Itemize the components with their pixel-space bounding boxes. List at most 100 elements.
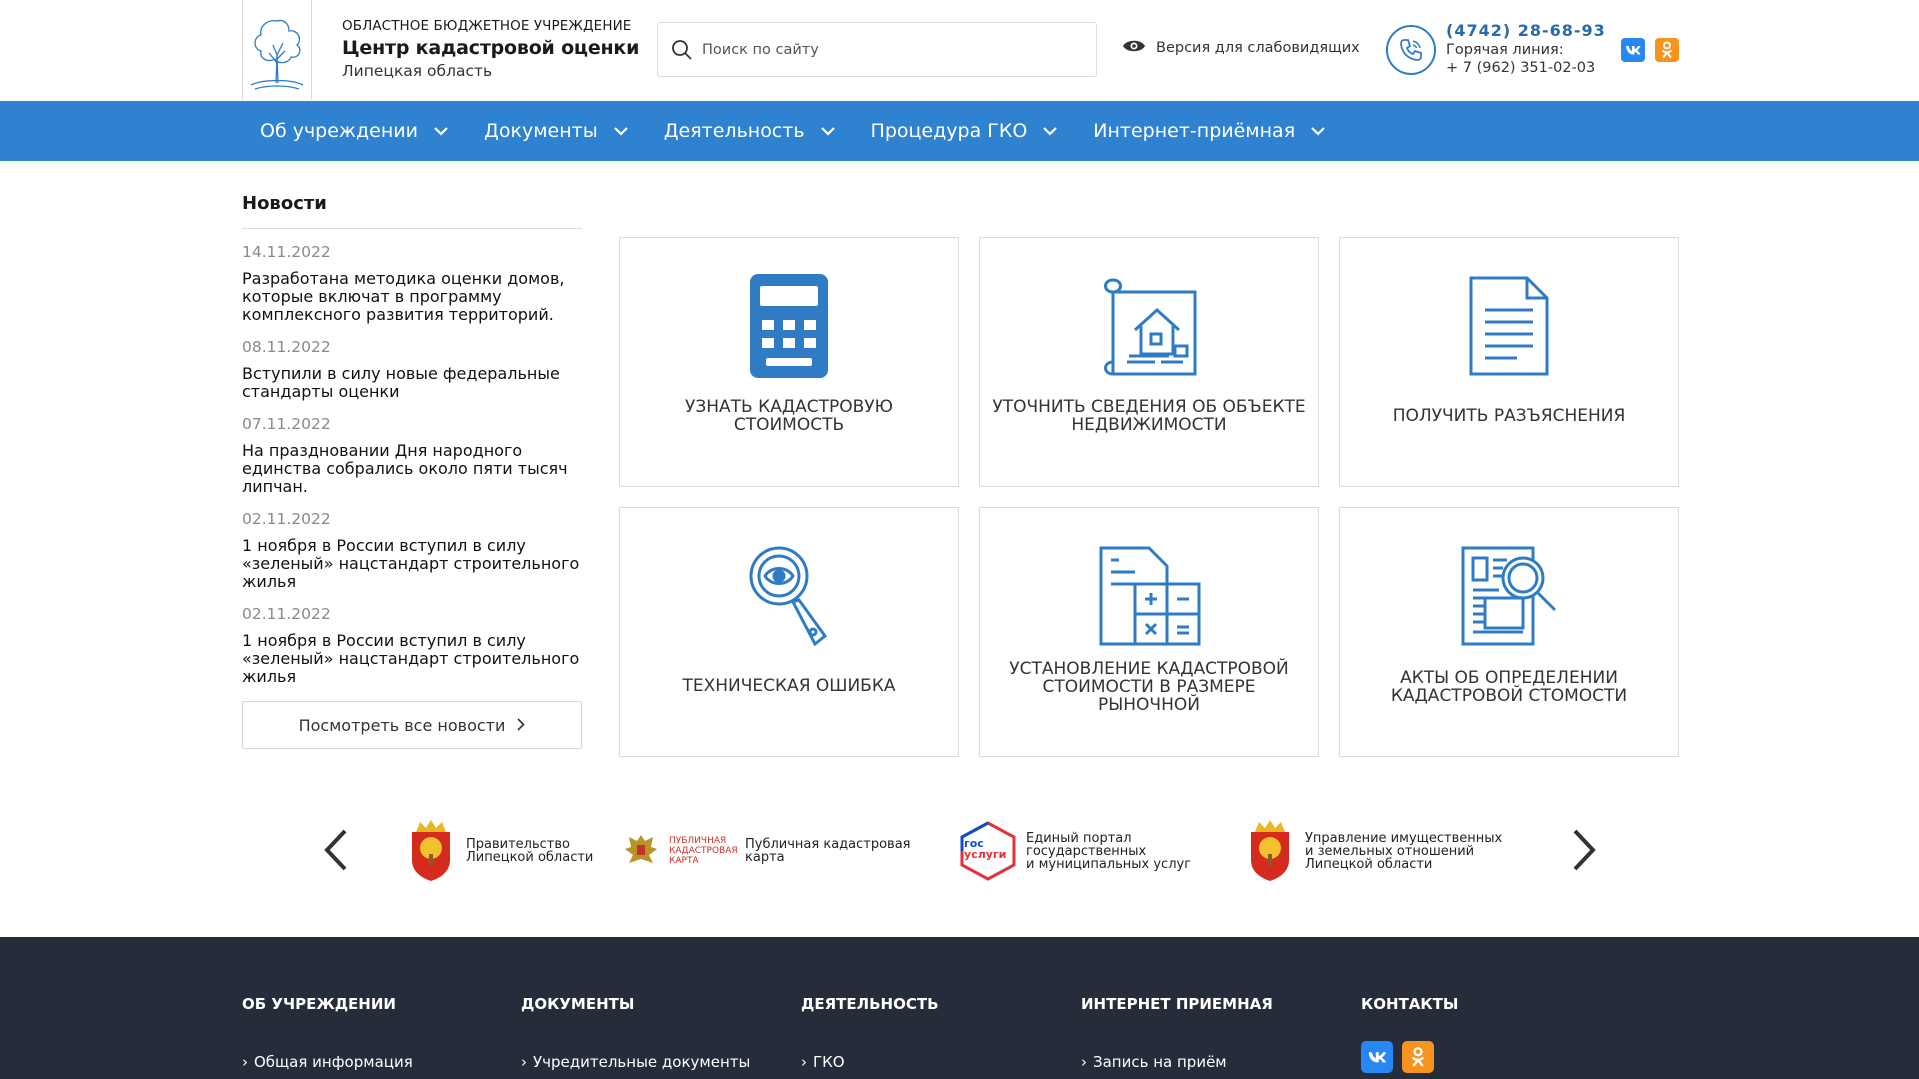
russia-eagle-icon xyxy=(625,835,657,863)
footer-heading: Контакты xyxy=(1361,995,1459,1013)
nav-item-documents[interactable]: Документы xyxy=(466,101,646,161)
news-item[interactable]: 14.11.2022 Разработана методика оценки д… xyxy=(242,243,582,324)
footer-heading: Интернет приемная xyxy=(1081,995,1273,1013)
partner-gosuslugi[interactable]: гос услуги Единый портал государственных и … xyxy=(960,818,1191,884)
carousel-next-button[interactable] xyxy=(1570,828,1600,872)
site-footer: Об учреждении › Общая информация Документ… xyxy=(0,937,1919,1079)
tile-cadastral-value[interactable]: Узнать кадастровую стоимость xyxy=(619,237,959,487)
partner-cadastral-map[interactable]: ПУБЛИЧНАЯ КАДАСТРОВАЯ КАРТА Публичная када… xyxy=(623,818,911,884)
news-title[interactable]: На праздновании Дня народного единства с… xyxy=(242,442,582,496)
news-date: 14.11.2022 xyxy=(242,243,331,261)
nav-item-activity[interactable]: Деятельность xyxy=(646,101,853,161)
news-date: 08.11.2022 xyxy=(242,338,331,356)
footer-link[interactable]: › Запись на приём xyxy=(1081,1053,1273,1071)
gosuslugi-logo-icon: гос услуги xyxy=(960,821,1016,881)
org-region: Липецкая область xyxy=(342,62,493,80)
tile-property-info[interactable]: Уточнить сведения об объекте недвижимост… xyxy=(979,237,1319,487)
search-input[interactable] xyxy=(702,41,1082,58)
tile-market-value[interactable]: Установление кадастровой стоимости в раз… xyxy=(979,507,1319,757)
news-title[interactable]: Вступили в силу новые федеральные станда… xyxy=(242,365,582,401)
main-phone[interactable]: (4742) 28-68-93 xyxy=(1446,21,1606,40)
footer-vk-icon[interactable] xyxy=(1361,1041,1393,1073)
odnoklassniki-icon[interactable] xyxy=(1655,38,1679,62)
newspaper-search-icon xyxy=(1340,544,1678,648)
org-type: ОБЛАСТНОЕ БЮДЖЕТНОЕ УЧРЕЖДЕНИЕ xyxy=(342,18,632,34)
service-tiles: Узнать кадастровую стоимость Уточнить св… xyxy=(619,237,1679,757)
partner-name: Правительство Липецкой области xyxy=(466,837,594,865)
chevron-down-icon xyxy=(820,126,835,136)
partner-name: Публичная кадастровая карта xyxy=(745,837,911,865)
accessibility-version-link[interactable]: Версия для слабовидящих xyxy=(1122,38,1360,58)
tile-label: Техническая ошибка xyxy=(682,676,896,696)
tile-label: Уточнить сведения об объекте недвижимост… xyxy=(992,397,1306,435)
vk-icon[interactable] xyxy=(1621,38,1645,62)
phone-icon xyxy=(1386,25,1436,75)
chevron-left-icon xyxy=(324,829,347,871)
chevron-right-icon: › xyxy=(242,1053,248,1071)
nav-item-label: Документы xyxy=(484,120,598,142)
footer-link[interactable]: › Учредительные документы xyxy=(521,1053,750,1071)
calculator-icon xyxy=(620,274,958,378)
footer-column-documents: Документы › Учредительные документы xyxy=(521,995,750,1071)
footer-link[interactable]: › ГКО xyxy=(801,1053,939,1071)
news-title[interactable]: 1 ноября в России вступил в силу «зелены… xyxy=(242,537,582,591)
site-logo[interactable] xyxy=(242,0,312,100)
news-item[interactable]: 02.11.2022 1 ноября в России вступил в с… xyxy=(242,605,582,686)
main-navigation: Об учреждении Документы Деятельность Про… xyxy=(0,101,1919,161)
chevron-right-icon: › xyxy=(1081,1053,1087,1071)
nav-item-label: Процедура ГКО xyxy=(870,120,1028,142)
site-header: ОБЛАСТНОЕ БЮДЖЕТНОЕ УЧРЕЖДЕНИЕ Центр кад… xyxy=(0,0,1919,101)
chevron-down-icon xyxy=(434,126,448,136)
partner-property-department[interactable]: Управление имущественных и земельных отно… xyxy=(1245,818,1502,884)
footer-heading: Документы xyxy=(521,995,635,1013)
chevron-right-icon xyxy=(517,716,526,735)
contact-phones: (4742) 28-68-93 Горячая линия: + 7 (962)… xyxy=(1446,21,1606,76)
partner-name: Единый портал государственных и муниципаль… xyxy=(1026,830,1192,872)
tile-acts[interactable]: Акты об определении кадастровой стомости xyxy=(1339,507,1679,757)
news-item[interactable]: 07.11.2022 На праздновании Дня народного… xyxy=(242,415,582,496)
eye-icon xyxy=(1122,38,1146,58)
footer-column-activity: Деятельность › ГКО xyxy=(801,995,939,1071)
nav-item-about[interactable]: Об учреждении xyxy=(242,101,466,161)
tile-label: Акты об определении кадастровой стомости xyxy=(1390,668,1628,706)
lipetsk-coat-of-arms-icon xyxy=(1251,820,1289,881)
magnifier-eye-icon xyxy=(620,544,958,648)
search-box xyxy=(657,22,1097,77)
news-date: 02.11.2022 xyxy=(242,510,331,528)
news-date: 07.11.2022 xyxy=(242,415,331,433)
news-title[interactable]: 1 ноября в России вступил в силу «зелены… xyxy=(242,632,582,686)
all-news-label: Посмотреть все новости xyxy=(298,715,506,735)
hotline-label: Горячая линия: xyxy=(1446,42,1564,58)
footer-column-reception: Интернет приемная › Запись на приём xyxy=(1081,995,1273,1071)
footer-link[interactable]: › Общая информация xyxy=(242,1053,413,1071)
chevron-down-icon xyxy=(1043,126,1058,136)
tile-label: Получить разъяснения xyxy=(1392,406,1626,426)
news-title[interactable]: Разработана методика оценки домов, котор… xyxy=(242,270,582,324)
partner-lipetsk-government[interactable]: Правительство Липецкой области xyxy=(406,818,593,884)
news-item[interactable]: 02.11.2022 1 ноября в России вступил в с… xyxy=(242,510,582,591)
partner-name: Управление имущественных и земельных отно… xyxy=(1305,830,1503,872)
tile-label: Узнать кадастровую стоимость xyxy=(685,397,893,435)
footer-column-about: Об учреждении › Общая информация xyxy=(242,995,413,1071)
house-blueprint-icon xyxy=(980,274,1318,378)
chevron-down-icon xyxy=(613,126,628,136)
news-item[interactable]: 08.11.2022 Вступили в силу новые федерал… xyxy=(242,338,582,401)
tile-clarifications[interactable]: Получить разъяснения xyxy=(1339,237,1679,487)
nav-item-internet-reception[interactable]: Интернет-приёмная xyxy=(1075,101,1343,161)
document-icon xyxy=(1340,274,1678,378)
news-section: Новости 14.11.2022 Разработана методика … xyxy=(242,193,582,749)
footer-odnoklassniki-icon[interactable] xyxy=(1402,1041,1434,1073)
search-icon[interactable] xyxy=(662,39,702,61)
nav-item-label: Деятельность xyxy=(663,120,805,142)
organization-title[interactable]: ОБЛАСТНОЕ БЮДЖЕТНОЕ УЧРЕЖДЕНИЕ Центр кад… xyxy=(342,18,639,80)
hotline-phone[interactable]: + 7 (962) 351-02-03 xyxy=(1446,60,1606,76)
tile-technical-error[interactable]: Техническая ошибка xyxy=(619,507,959,757)
nav-item-gko-procedure[interactable]: Процедура ГКО xyxy=(853,101,1076,161)
calc-document-icon xyxy=(980,544,1318,648)
all-news-button[interactable]: Посмотреть все новости xyxy=(242,701,582,749)
accessibility-label: Версия для слабовидящих xyxy=(1156,40,1360,56)
tree-logo-icon xyxy=(250,19,304,90)
news-heading: Новости xyxy=(242,193,582,229)
carousel-prev-button[interactable] xyxy=(320,828,350,872)
footer-heading: Деятельность xyxy=(801,995,939,1013)
